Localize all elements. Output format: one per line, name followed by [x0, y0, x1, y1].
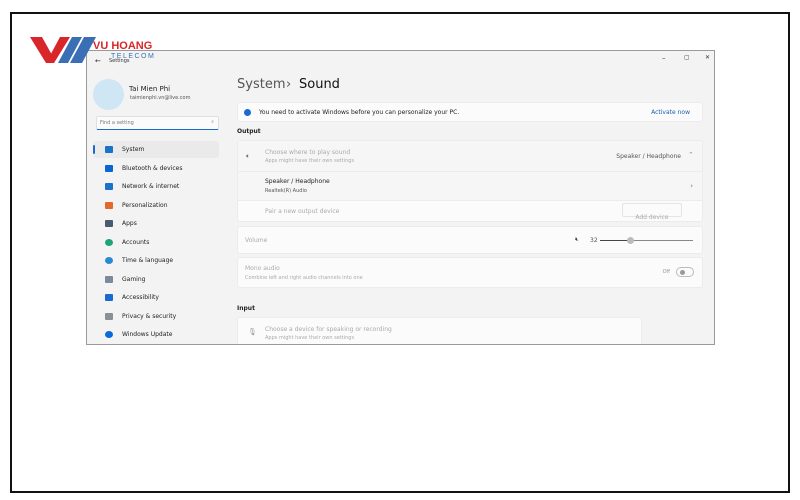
mono-sub: Combine left and right audio channels in… [245, 275, 363, 281]
breadcrumb-parent[interactable]: System [237, 77, 285, 92]
activate-now-link[interactable]: Activate now [651, 109, 690, 116]
sidebar-item-system[interactable]: System [93, 141, 219, 158]
monitor-icon [105, 146, 113, 153]
avatar [93, 79, 124, 110]
add-device-button[interactable]: Add device [622, 203, 682, 221]
page-title: Sound [299, 77, 340, 92]
vu-hoang-logo [30, 35, 100, 65]
search-input[interactable]: Find a setting ⌕ [96, 116, 219, 130]
wifi-icon [105, 183, 113, 190]
pair-device-label: Pair a new output device [265, 208, 340, 215]
volume-row: Volume 🔇︎ 32 [237, 226, 703, 254]
search-icon: ⌕ [211, 119, 214, 125]
sidebar-item-label: Network & internet [122, 183, 180, 190]
choose-output-title: Choose where to play sound [265, 149, 351, 156]
sidebar-item-label: Accounts [122, 238, 150, 246]
speaker-icon: 🔈︎ [246, 152, 251, 160]
mono-toggle[interactable] [676, 267, 694, 277]
chevron-up-icon[interactable]: ^ [689, 152, 693, 158]
banner-text: You need to activate Windows before you … [259, 109, 460, 116]
person-icon [105, 238, 113, 246]
bluetooth-icon [105, 164, 113, 172]
sidebar-item-bluetooth-devices[interactable]: Bluetooth & devices [93, 160, 219, 177]
minimize-button[interactable]: – [662, 54, 666, 62]
shield-icon [105, 312, 113, 320]
profile-name: Tai Mien Phi [129, 85, 171, 93]
mono-title: Mono audio [245, 265, 280, 272]
sidebar-item-label: Time & language [122, 257, 174, 264]
sidebar-item-windows-update[interactable]: Windows Update [93, 326, 219, 343]
output-device-row[interactable]: Speaker / Headphone Realtek(R) Audio › [238, 172, 702, 201]
profile-email: taimienphi.vn@live.com [130, 95, 191, 101]
sidebar-item-personalization[interactable]: Personalization [93, 197, 219, 214]
logo-brand: VU HOANG [93, 40, 153, 52]
volume-label: Volume [245, 237, 268, 244]
sidebar-item-apps[interactable]: Apps [93, 215, 219, 232]
volume-slider[interactable] [600, 237, 693, 244]
selected-output-value: Speaker / Headphone [616, 153, 681, 160]
choose-input-title: Choose a device for speaking or recordin… [265, 326, 392, 333]
sidebar-item-accounts[interactable]: Accounts [93, 234, 219, 251]
sidebar-item-network-internet[interactable]: Network & internet [93, 178, 219, 195]
volume-value: 32 [590, 237, 598, 244]
volume-fill [600, 240, 630, 241]
logo-sub: TELECOM [111, 53, 156, 60]
microphone-icon: 🎙︎ [248, 328, 257, 336]
close-button[interactable]: ✕ [705, 54, 710, 61]
mono-state: Off [662, 269, 670, 275]
output-card: 🔈︎ Choose where to play sound Apps might… [237, 140, 703, 222]
sidebar-item-label: Personalization [122, 201, 168, 209]
input-heading: Input [237, 305, 255, 312]
choose-input-sub: Apps might have their own settings [265, 335, 355, 341]
device-title: Speaker / Headphone [265, 178, 330, 185]
activation-banner: You need to activate Windows before you … [237, 102, 703, 122]
sidebar-item-accessibility[interactable]: Accessibility [93, 289, 219, 306]
sidebar-item-label: Bluetooth & devices [122, 164, 183, 172]
breadcrumb-separator: › [286, 77, 292, 92]
update-icon [105, 331, 113, 338]
brush-icon [105, 201, 113, 209]
sidebar-item-privacy-security[interactable]: Privacy & security [93, 308, 219, 325]
add-device-label: Add device [635, 214, 669, 221]
globe-clock-icon [105, 257, 113, 264]
sidebar-item-label: Accessibility [122, 294, 159, 301]
volume-thumb[interactable] [626, 237, 634, 244]
sidebar-item-time-language[interactable]: Time & language [93, 252, 219, 269]
sidebar-item-gaming[interactable]: Gaming [93, 271, 219, 288]
maximize-button[interactable]: ▢ [684, 54, 690, 61]
accessibility-icon [105, 294, 113, 301]
chevron-right-icon: › [690, 182, 693, 190]
choose-input-row[interactable]: 🎙︎ Choose a device for speaking or recor… [237, 317, 642, 344]
choose-output-sub: Apps might have their own settings [265, 158, 355, 164]
sidebar-item-label: Apps [122, 220, 137, 227]
info-icon [244, 109, 251, 116]
mute-icon[interactable]: 🔇︎ [575, 236, 579, 244]
sidebar-item-label: System [122, 146, 145, 153]
search-placeholder: Find a setting [100, 120, 134, 126]
output-heading: Output [237, 128, 261, 135]
sidebar-item-label: Windows Update [122, 331, 173, 338]
choose-output-row[interactable]: 🔈︎ Choose where to play sound Apps might… [238, 141, 702, 172]
settings-window: ← Settings – ▢ ✕ Tai Mien Phi taimienphi… [86, 50, 715, 345]
mono-audio-row: Mono audio Combine left and right audio … [237, 257, 703, 288]
sidebar-item-label: Privacy & security [122, 312, 177, 320]
gamepad-icon [105, 275, 113, 283]
sidebar-item-label: Gaming [122, 275, 146, 283]
apps-icon [105, 220, 113, 227]
device-sub: Realtek(R) Audio [265, 188, 307, 194]
